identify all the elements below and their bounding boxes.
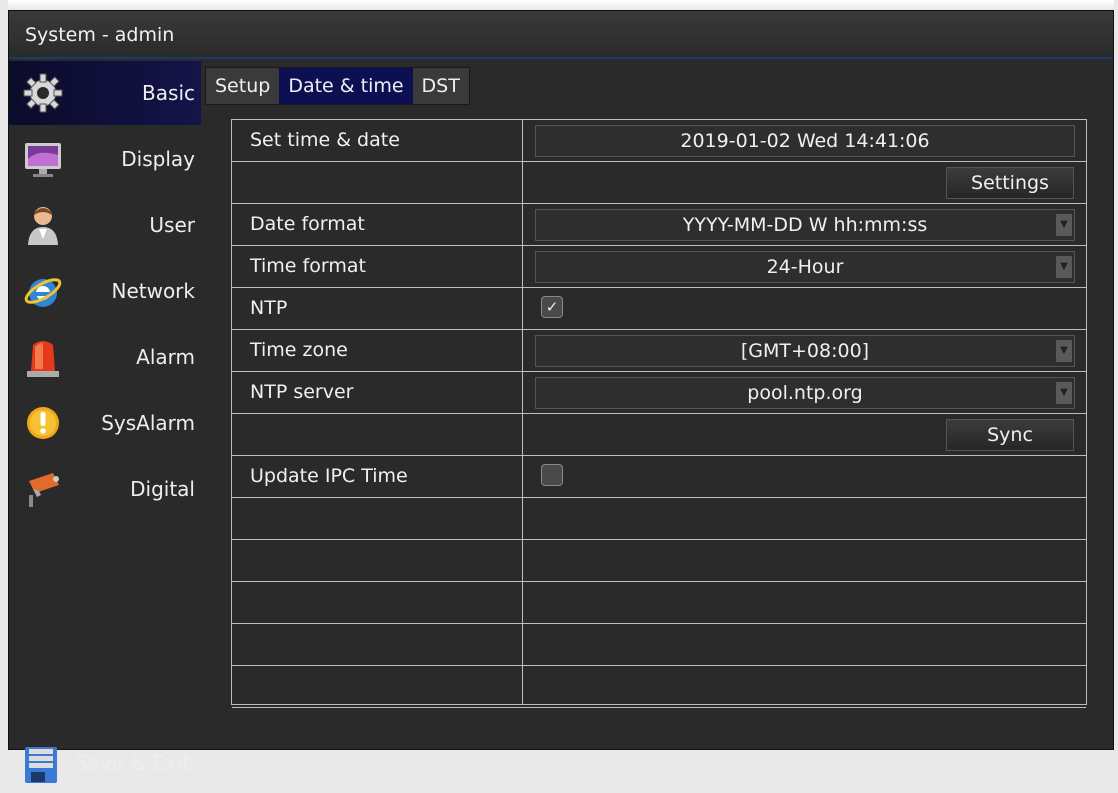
sidebar-item-sysalarm[interactable]: SysAlarm	[9, 391, 201, 455]
ntp-server-label: NTP server	[250, 381, 354, 403]
sidebar-item-digital[interactable]: Digital	[9, 457, 201, 521]
save-exit-label: Save & Exit	[75, 751, 191, 775]
time-zone-label: Time zone	[250, 339, 348, 361]
sidebar-item-label: Network	[111, 279, 195, 303]
settings-button[interactable]: Settings	[946, 167, 1074, 199]
sidebar-item-network[interactable]: Network	[9, 259, 201, 323]
empty-row	[232, 666, 1086, 708]
tab-setup[interactable]: Setup	[206, 68, 279, 104]
floppy-disk-icon	[25, 747, 57, 783]
date-time-panel: Set time & date 2019-01-02 Wed 14:41:06 …	[231, 119, 1087, 708]
sidebar-item-label: SysAlarm	[101, 411, 195, 435]
ntp-label: NTP	[250, 297, 288, 319]
row-ntp: NTP ✓	[232, 288, 1086, 330]
set-time-date-field[interactable]: 2019-01-02 Wed 14:41:06	[535, 125, 1075, 157]
siren-icon	[27, 341, 59, 377]
date-format-label: Date format	[250, 213, 365, 235]
window-title: System - admin	[25, 24, 175, 46]
sidebar-item-basic[interactable]: Basic	[9, 61, 201, 125]
row-time-zone: Time zone [GMT+08:00] ▼	[232, 330, 1086, 372]
sidebar-item-display[interactable]: Display	[9, 127, 201, 191]
time-format-value: 24-Hour	[766, 256, 844, 278]
save-exit-button[interactable]: Save & Exit	[9, 737, 209, 793]
time-zone-select[interactable]: [GMT+08:00] ▼	[535, 335, 1075, 367]
sidebar-item-user[interactable]: User	[9, 193, 201, 257]
title-bar: System - admin	[9, 11, 1113, 59]
time-zone-value: [GMT+08:00]	[740, 340, 870, 362]
sidebar-item-label: User	[149, 213, 195, 237]
tab-dst[interactable]: DST	[413, 68, 469, 104]
sync-button[interactable]: Sync	[946, 419, 1074, 451]
time-format-select[interactable]: 24-Hour ▼	[535, 251, 1075, 283]
ntp-checkbox[interactable]: ✓	[541, 296, 563, 318]
empty-row	[232, 624, 1086, 666]
monitor-icon	[25, 143, 61, 177]
ntp-server-select[interactable]: pool.ntp.org ▼	[535, 377, 1075, 409]
sidebar-item-label: Display	[121, 147, 195, 171]
row-time-format: Time format 24-Hour ▼	[232, 246, 1086, 288]
empty-row	[232, 498, 1086, 540]
row-settings: Settings	[232, 162, 1086, 204]
tab-date-time[interactable]: Date & time	[279, 68, 413, 104]
sidebar-item-label: Alarm	[136, 345, 195, 369]
gear-icon	[23, 73, 63, 113]
row-ntp-server: NTP server pool.ntp.org ▼	[232, 372, 1086, 414]
date-format-value: YYYY-MM-DD W hh:mm:ss	[682, 214, 928, 236]
tab-bar: Setup Date & time DST	[205, 67, 470, 105]
empty-row	[232, 540, 1086, 582]
row-sync: Sync	[232, 414, 1086, 456]
update-ipc-time-label: Update IPC Time	[250, 465, 408, 487]
window-top-edge	[8, 0, 1114, 10]
ip-camera-icon	[29, 473, 59, 507]
system-window: System - admin Basic Display User Networ…	[8, 10, 1114, 783]
time-format-label: Time format	[250, 255, 366, 277]
row-date-format: Date format YYYY-MM-DD W hh:mm:ss ▼	[232, 204, 1086, 246]
date-format-select[interactable]: YYYY-MM-DD W hh:mm:ss ▼	[535, 209, 1075, 241]
set-time-date-label: Set time & date	[250, 129, 400, 151]
dropdown-arrow-icon[interactable]: ▼	[1056, 256, 1072, 278]
sidebar: Basic Display User Network Alarm SysAlar…	[9, 59, 209, 783]
row-update-ipc-time: Update IPC Time	[232, 456, 1086, 498]
sidebar-item-label: Digital	[130, 477, 195, 501]
update-ipc-time-checkbox[interactable]	[541, 464, 563, 486]
warning-icon	[27, 407, 59, 439]
checkmark-icon: ✓	[545, 298, 559, 316]
dropdown-arrow-icon[interactable]: ▼	[1056, 214, 1072, 236]
internet-explorer-icon	[24, 278, 62, 307]
ntp-server-value: pool.ntp.org	[747, 382, 863, 404]
sidebar-item-label: Basic	[142, 81, 195, 105]
dropdown-arrow-icon[interactable]: ▼	[1056, 382, 1072, 404]
dropdown-arrow-icon[interactable]: ▼	[1056, 340, 1072, 362]
sidebar-item-alarm[interactable]: Alarm	[9, 325, 201, 389]
user-icon	[28, 207, 58, 245]
row-set-time-date: Set time & date 2019-01-02 Wed 14:41:06	[232, 120, 1086, 162]
empty-row	[232, 582, 1086, 624]
